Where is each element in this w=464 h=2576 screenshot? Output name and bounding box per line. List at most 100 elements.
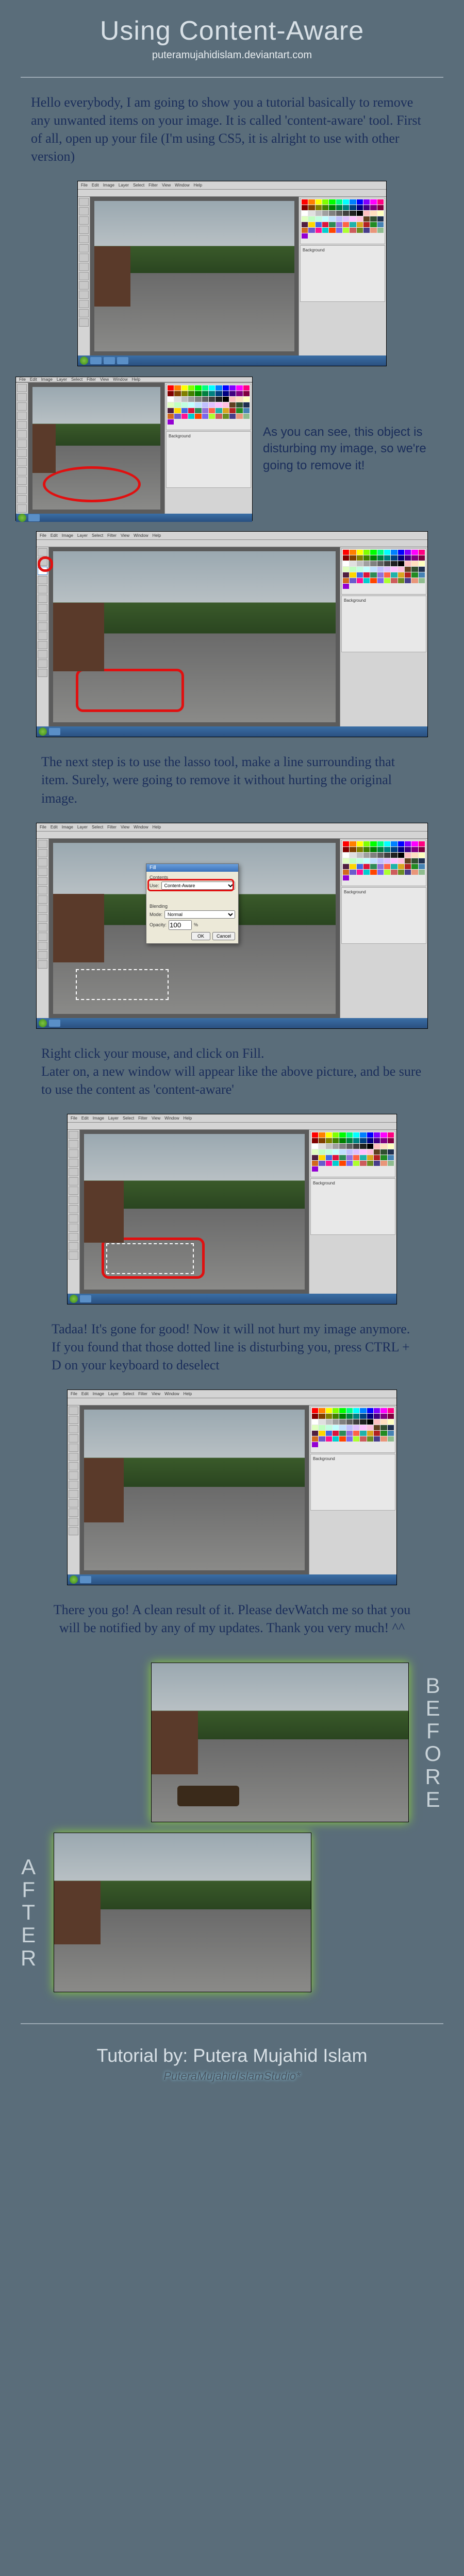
- swatch[interactable]: [377, 211, 384, 216]
- swatch[interactable]: [229, 397, 236, 402]
- swatch[interactable]: [357, 572, 363, 578]
- menu-layer[interactable]: Layer: [77, 533, 88, 538]
- swatch[interactable]: [374, 1155, 380, 1160]
- menu-layer[interactable]: Layer: [57, 377, 67, 382]
- swatch[interactable]: [388, 1161, 394, 1166]
- swatch[interactable]: [319, 1138, 325, 1143]
- swatch[interactable]: [343, 555, 349, 561]
- swatch[interactable]: [367, 1144, 373, 1149]
- swatch[interactable]: [367, 1138, 373, 1143]
- menu-view[interactable]: View: [121, 825, 129, 829]
- swatch[interactable]: [312, 1414, 318, 1419]
- tool-icon[interactable]: [69, 1214, 78, 1223]
- swatch[interactable]: [353, 1149, 359, 1155]
- tool-icon[interactable]: [38, 849, 47, 857]
- swatch[interactable]: [174, 402, 180, 408]
- swatch[interactable]: [312, 1436, 318, 1442]
- swatch[interactable]: [202, 408, 208, 413]
- tool-icon[interactable]: [17, 504, 27, 513]
- swatch[interactable]: [329, 228, 335, 233]
- menu-select[interactable]: Select: [71, 377, 82, 382]
- swatch[interactable]: [350, 561, 356, 566]
- tool-icon[interactable]: [69, 1509, 78, 1517]
- menu-file[interactable]: File: [71, 1116, 77, 1121]
- swatch[interactable]: [223, 408, 229, 413]
- swatch[interactable]: [343, 205, 349, 210]
- tool-icon[interactable]: [38, 632, 47, 640]
- swatch[interactable]: [302, 199, 308, 205]
- tool-icon[interactable]: [79, 263, 89, 271]
- swatch[interactable]: [346, 1436, 353, 1442]
- swatch[interactable]: [333, 1408, 339, 1413]
- swatch[interactable]: [398, 578, 404, 583]
- swatch[interactable]: [363, 853, 370, 858]
- swatch[interactable]: [411, 853, 418, 858]
- swatch[interactable]: [343, 864, 349, 869]
- swatch[interactable]: [391, 555, 397, 561]
- swatch[interactable]: [370, 858, 376, 863]
- swatch[interactable]: [319, 1149, 325, 1155]
- swatch[interactable]: [339, 1138, 345, 1143]
- swatch[interactable]: [377, 864, 384, 869]
- swatch[interactable]: [367, 1149, 373, 1155]
- swatch[interactable]: [319, 1132, 325, 1138]
- ok-button[interactable]: OK: [191, 932, 210, 940]
- swatch[interactable]: [181, 385, 188, 391]
- swatch[interactable]: [370, 205, 376, 210]
- swatch[interactable]: [391, 841, 397, 846]
- swatch[interactable]: [377, 847, 384, 852]
- swatch[interactable]: [384, 853, 390, 858]
- swatch[interactable]: [350, 228, 356, 233]
- menu-window[interactable]: Window: [134, 533, 148, 538]
- swatch[interactable]: [216, 414, 222, 419]
- menu-file[interactable]: File: [71, 1392, 77, 1396]
- swatch[interactable]: [202, 397, 208, 402]
- swatch[interactable]: [333, 1425, 339, 1430]
- swatch[interactable]: [405, 572, 411, 578]
- swatch[interactable]: [312, 1132, 318, 1138]
- swatch[interactable]: [336, 199, 342, 205]
- swatch[interactable]: [353, 1138, 359, 1143]
- tool-icon[interactable]: [69, 1499, 78, 1507]
- swatch[interactable]: [363, 228, 370, 233]
- swatch[interactable]: [398, 841, 404, 846]
- swatch[interactable]: [243, 397, 250, 402]
- swatch[interactable]: [350, 870, 356, 875]
- swatch[interactable]: [398, 870, 404, 875]
- tool-icon[interactable]: [79, 291, 89, 299]
- swatch[interactable]: [236, 414, 242, 419]
- swatch[interactable]: [312, 1149, 318, 1155]
- swatch[interactable]: [195, 408, 201, 413]
- swatch[interactable]: [398, 864, 404, 869]
- swatch[interactable]: [419, 567, 425, 572]
- swatch[interactable]: [322, 228, 328, 233]
- swatch[interactable]: [343, 875, 349, 880]
- swatch[interactable]: [391, 567, 397, 572]
- swatch[interactable]: [343, 567, 349, 572]
- swatch[interactable]: [357, 847, 363, 852]
- swatch[interactable]: [333, 1144, 339, 1149]
- swatch[interactable]: [411, 858, 418, 863]
- swatch[interactable]: [377, 561, 384, 566]
- tool-icon[interactable]: [69, 1177, 78, 1185]
- menu-image[interactable]: Image: [103, 183, 114, 188]
- swatch[interactable]: [343, 853, 349, 858]
- tool-icon[interactable]: [69, 1196, 78, 1204]
- swatch[interactable]: [336, 222, 342, 227]
- menu-image[interactable]: Image: [93, 1392, 104, 1396]
- swatch[interactable]: [339, 1144, 345, 1149]
- swatch[interactable]: [363, 211, 370, 216]
- tool-icon[interactable]: [17, 402, 27, 411]
- swatch[interactable]: [339, 1419, 345, 1425]
- menu-file[interactable]: File: [19, 377, 26, 382]
- swatch[interactable]: [411, 561, 418, 566]
- swatch[interactable]: [302, 216, 308, 222]
- swatch[interactable]: [363, 870, 370, 875]
- swatch[interactable]: [346, 1149, 353, 1155]
- swatch[interactable]: [384, 572, 390, 578]
- swatch[interactable]: [360, 1149, 366, 1155]
- swatch[interactable]: [384, 555, 390, 561]
- swatch[interactable]: [357, 578, 363, 583]
- tool-icon[interactable]: [17, 467, 27, 476]
- menu-window[interactable]: Window: [134, 825, 148, 829]
